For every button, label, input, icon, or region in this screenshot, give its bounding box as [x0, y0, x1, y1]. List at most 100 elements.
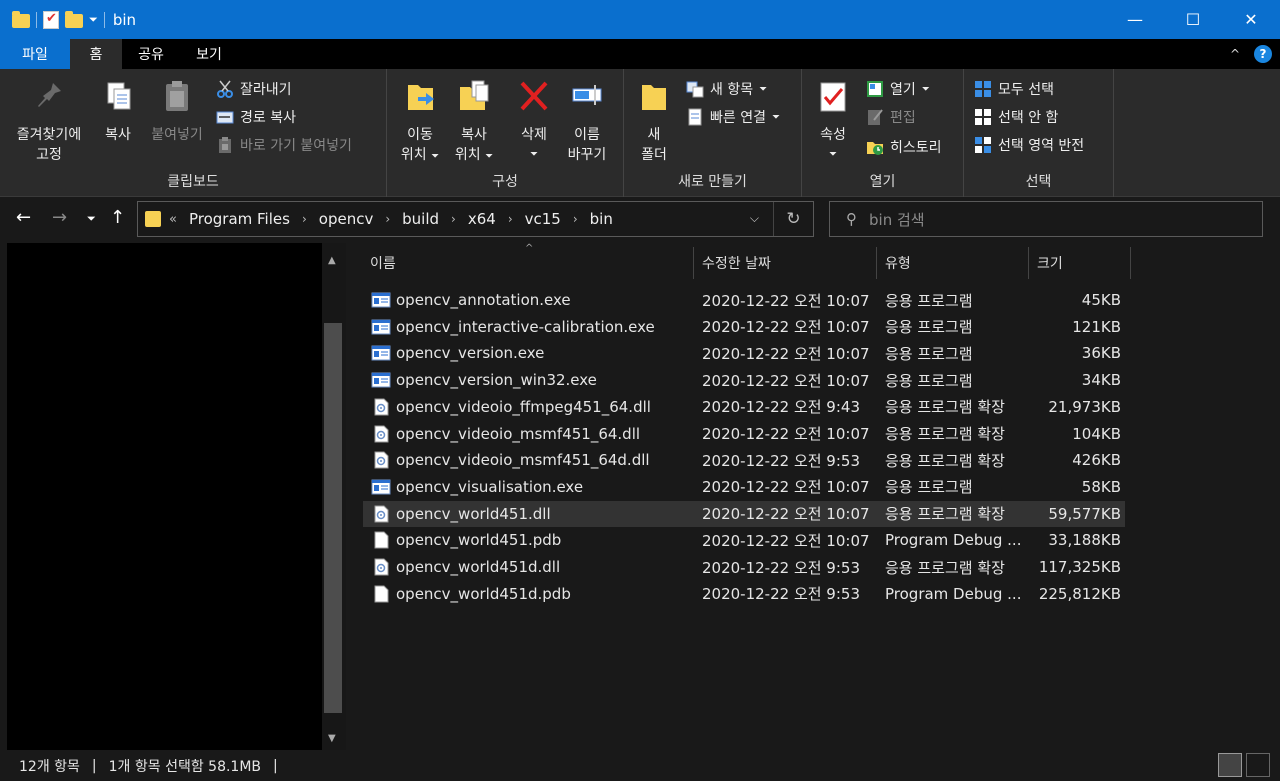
scroll-up-icon[interactable]: ▲ [328, 255, 336, 266]
refresh-icon[interactable]: ↻ [773, 202, 813, 236]
select-all-icon [975, 81, 991, 97]
ribbon-tabs: 파일 홈 공유 보기 ^ ? [0, 39, 1280, 69]
search-box[interactable]: ⚲ bin 검색 [829, 201, 1263, 237]
navigation-scrollbar[interactable]: ▲ ▼ [322, 243, 346, 750]
file-date: 2020-12-22 오전 10:07 [702, 371, 870, 390]
file-row[interactable]: opencv_videoio_msmf451_64.dll 2020-12-22 … [363, 421, 1125, 447]
file-type: 응용 프로그램 [885, 478, 973, 497]
file-name: opencv_videoio_msmf451_64d.dll [396, 451, 650, 470]
rename-button[interactable]: 이름 바꾸기 [561, 79, 613, 165]
chevron-right-icon[interactable]: › [302, 212, 307, 226]
edit-button[interactable]: 편집 [866, 106, 916, 128]
breadcrumb-item[interactable]: x64 [468, 210, 496, 228]
recent-locations-icon[interactable]: ⏷ [87, 212, 96, 226]
scroll-down-icon[interactable]: ▼ [328, 733, 336, 744]
cut-button[interactable]: 잘라내기 [216, 78, 292, 100]
minimize-button[interactable]: — [1106, 0, 1164, 39]
file-row[interactable]: opencv_world451d.dll 2020-12-22 오전 9:53 응용… [363, 554, 1125, 580]
invert-selection-button[interactable]: 선택 영역 반전 [974, 134, 1084, 156]
copy-path-button[interactable]: 경로 복사 [216, 106, 296, 128]
file-row[interactable]: opencv_videoio_msmf451_64d.dll 2020-12-22… [363, 447, 1125, 473]
column-header-date[interactable]: 수정한 날짜 [702, 243, 771, 283]
file-date: 2020-12-22 오전 10:07 [702, 291, 870, 310]
easy-access-button[interactable]: 빠른 연결 ⏷ [686, 106, 780, 128]
file-row[interactable]: opencv_annotation.exe 2020-12-22 오전 10:07… [363, 287, 1125, 313]
forward-arrow-icon[interactable]: → [52, 207, 67, 228]
up-arrow-icon[interactable]: ↑ [110, 207, 125, 228]
title-bar: ⏷ bin — ☐ ✕ [0, 0, 1280, 39]
move-to-button[interactable]: 이동 위치 ⏷ [395, 79, 445, 167]
paste-button[interactable]: 붙여넣기 [144, 79, 210, 145]
address-bar[interactable]: « Program Files › opencv › build › x64 ›… [137, 201, 814, 237]
maximize-button[interactable]: ☐ [1164, 0, 1222, 39]
divider: | [273, 757, 278, 774]
file-row[interactable]: opencv_version_win32.exe 2020-12-22 오전 10… [363, 367, 1125, 393]
breadcrumb-item[interactable]: build [402, 210, 439, 228]
back-arrow-icon[interactable]: ← [16, 207, 31, 228]
file-row[interactable]: opencv_visualisation.exe 2020-12-22 오전 10… [363, 474, 1125, 500]
open-button[interactable]: 열기 ⏷ [866, 78, 930, 100]
tab-home[interactable]: 홈 [70, 39, 122, 69]
copy-icon [107, 82, 131, 110]
properties-button[interactable]: 속성 ⏷ [810, 79, 856, 165]
search-input[interactable]: bin 검색 [869, 209, 925, 230]
column-header-name[interactable]: 이름 [370, 243, 396, 283]
large-icons-view-icon[interactable] [1246, 753, 1270, 777]
copy-to-button[interactable]: 복사 위치 ⏷ [449, 79, 499, 167]
file-date: 2020-12-22 오전 10:07 [702, 478, 870, 497]
navigation-pane[interactable] [7, 243, 322, 750]
properties-icon[interactable] [43, 10, 59, 29]
collapse-ribbon-icon[interactable]: ^ [1230, 47, 1240, 61]
file-name: opencv_videoio_msmf451_64.dll [396, 424, 641, 443]
file-type: 응용 프로그램 확장 [885, 398, 1005, 417]
delete-x-icon [520, 81, 548, 111]
tab-share[interactable]: 공유 [122, 39, 180, 69]
column-divider[interactable] [1028, 247, 1029, 279]
breadcrumb-item[interactable]: Program Files [189, 210, 290, 228]
chevron-right-icon[interactable]: › [573, 212, 578, 226]
overflow-chevron-icon[interactable]: « [169, 212, 177, 227]
breadcrumb-item[interactable]: opencv [319, 210, 374, 228]
history-button[interactable]: 히스토리 [866, 136, 942, 158]
copy-to-label-2: 위치 ⏷ [454, 147, 494, 163]
chevron-right-icon[interactable]: › [508, 212, 513, 226]
select-all-button[interactable]: 모두 선택 [974, 78, 1054, 100]
scrollbar-thumb[interactable] [324, 323, 342, 713]
help-icon[interactable]: ? [1254, 45, 1272, 63]
customize-dropdown-icon[interactable]: ⏷ [89, 13, 98, 27]
tab-view[interactable]: 보기 [180, 39, 238, 69]
file-row[interactable]: opencv_interactive-calibration.exe 2020-1… [363, 314, 1125, 340]
new-item-button[interactable]: 새 항목 ⏷ [686, 78, 767, 100]
select-none-button[interactable]: 선택 안 함 [974, 106, 1058, 128]
column-divider[interactable] [876, 247, 877, 279]
column-header-size[interactable]: 크기 [1037, 243, 1063, 283]
copy-to-label: 복사 [461, 127, 487, 143]
column-divider[interactable] [693, 247, 694, 279]
tab-file[interactable]: 파일 [0, 39, 70, 69]
pin-quick-access-button[interactable]: 즐겨찾기에 고정 [6, 79, 92, 165]
breadcrumb-item[interactable]: vc15 [525, 210, 561, 228]
file-row[interactable]: opencv_version.exe 2020-12-22 오전 10:07 응용 … [363, 340, 1125, 366]
file-row[interactable]: opencv_world451d.pdb 2020-12-22 오전 9:53 Pr… [363, 581, 1125, 607]
file-row[interactable]: opencv_videoio_ffmpeg451_64.dll 2020-12-2… [363, 394, 1125, 420]
file-row[interactable]: opencv_world451.pdb 2020-12-22 오전 10:07 Pr… [363, 527, 1125, 553]
column-divider[interactable] [1130, 247, 1131, 279]
delete-button[interactable]: 삭제 ⏷ [511, 79, 557, 165]
chevron-right-icon[interactable]: › [385, 212, 390, 226]
file-date: 2020-12-22 오전 10:07 [702, 425, 870, 443]
file-row[interactable]: opencv_world451.dll 2020-12-22 오전 10:07 응용… [363, 500, 1125, 527]
new-folder-button[interactable]: 새 폴더 [632, 79, 676, 165]
file-date: 2020-12-22 오전 9:43 [702, 398, 860, 417]
details-view-icon[interactable] [1218, 753, 1242, 777]
file-size: 104KB [1072, 424, 1121, 443]
breadcrumb-item[interactable]: bin [590, 210, 613, 228]
column-header-type[interactable]: 유형 [885, 243, 911, 283]
close-button[interactable]: ✕ [1222, 0, 1280, 39]
chevron-right-icon[interactable]: › [451, 212, 456, 226]
group-open: 속성 ⏷ 열기 ⏷ 편집 히스토리 열기 [802, 69, 964, 197]
copy-button[interactable]: 복사 [96, 79, 140, 145]
new-folder-icon[interactable] [65, 10, 83, 28]
paste-shortcut-button[interactable]: 바로 가기 붙여넣기 [216, 134, 352, 156]
divider: | [91, 757, 97, 774]
address-dropdown-icon[interactable]: ⌵ [750, 211, 759, 226]
